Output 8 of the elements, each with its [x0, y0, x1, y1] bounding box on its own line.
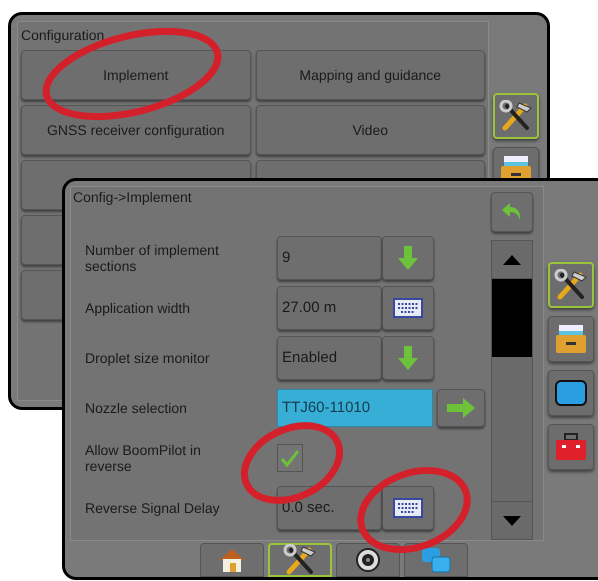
- screen-title: Configuration: [21, 26, 106, 45]
- setting-label: Nozzle selection: [85, 400, 188, 416]
- setting-label: Allow BoomPilot in reverse: [85, 442, 202, 474]
- setting-label: Droplet size monitor: [85, 350, 210, 366]
- screen-title: Config->Implement: [73, 188, 192, 207]
- setting-label: Reverse Signal Delay: [85, 500, 221, 516]
- setting-label: Application width: [85, 300, 192, 316]
- setting-label: Number of implement sections: [85, 242, 220, 274]
